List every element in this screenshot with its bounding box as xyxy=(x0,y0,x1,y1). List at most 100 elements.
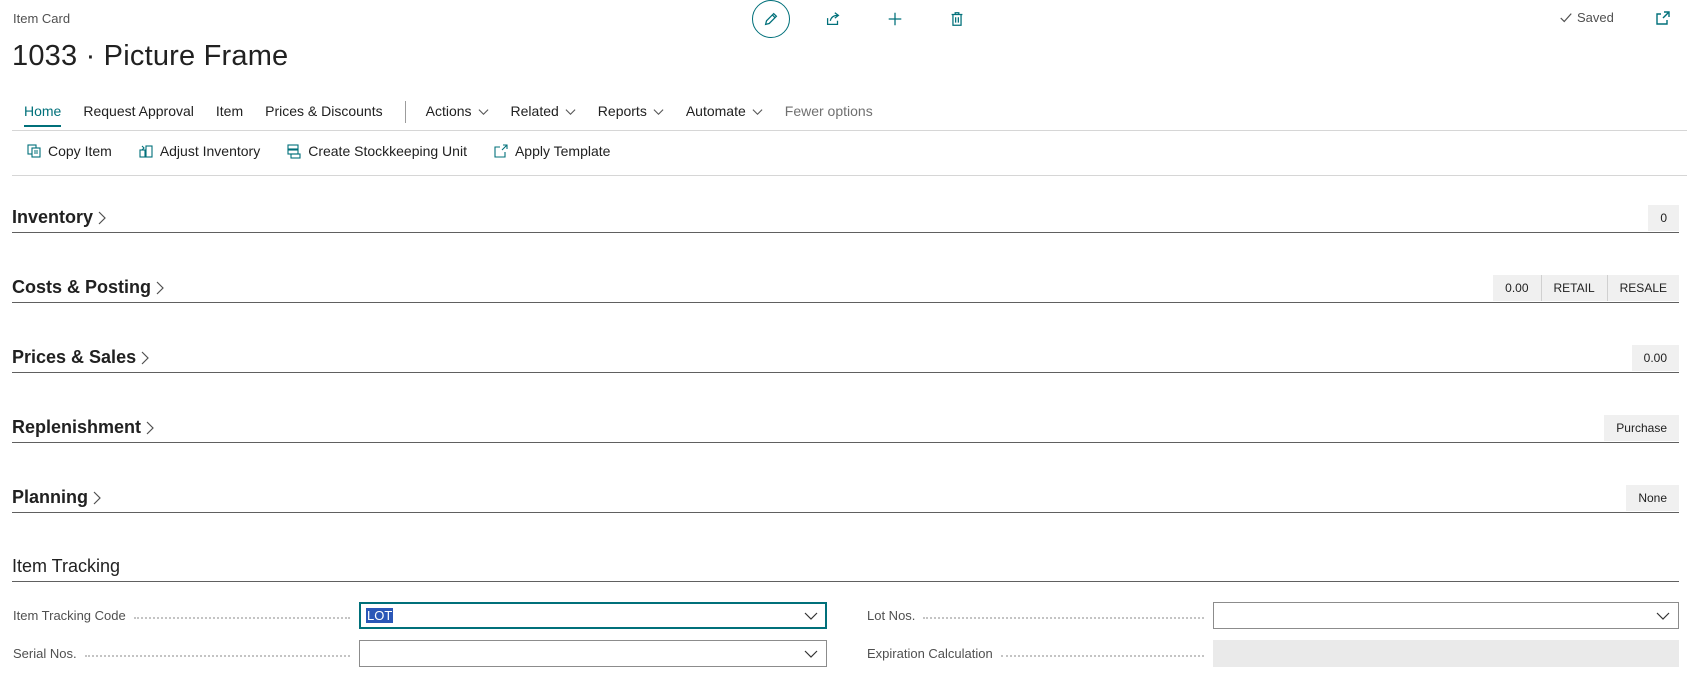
chevron-down-icon xyxy=(804,612,818,620)
copy-item-button[interactable]: Copy Item xyxy=(26,143,112,159)
tab-related[interactable]: Related xyxy=(511,103,576,127)
tab-reports[interactable]: Reports xyxy=(598,103,664,127)
page-actions xyxy=(752,0,976,38)
field-dots xyxy=(923,616,1204,619)
tab-prices-discounts[interactable]: Prices & Discounts xyxy=(265,103,382,127)
summary-badge: RESALE xyxy=(1606,275,1679,301)
summary-badge: 0 xyxy=(1648,205,1679,231)
chevron-down-icon xyxy=(752,108,763,115)
tab-label: Home xyxy=(24,103,62,119)
fasttab-title: Inventory xyxy=(12,207,94,227)
tab-label: Prices & Discounts xyxy=(265,103,383,119)
tab-label: Fewer options xyxy=(784,103,873,119)
fasttab-summary: 0.00 xyxy=(1631,345,1679,371)
delete-button[interactable] xyxy=(938,0,976,38)
item-tracking-divider xyxy=(12,581,1679,582)
tabs-divider xyxy=(12,130,1687,131)
adjust-icon xyxy=(139,145,153,158)
page-caption: Item Card xyxy=(13,11,71,26)
create-stockkeeping-unit-button[interactable]: Create Stockkeeping Unit xyxy=(286,143,467,159)
fasttab-inventory-header[interactable]: Inventory xyxy=(12,207,107,228)
tab-fewer-options[interactable]: Fewer options xyxy=(785,103,873,127)
fasttab-summary: None xyxy=(1626,485,1679,511)
tab-actions[interactable]: Actions xyxy=(426,103,489,127)
chevron-right-icon xyxy=(93,491,101,504)
edit-button[interactable] xyxy=(752,0,790,38)
edit-icon xyxy=(764,12,778,26)
fasttab-title: Replenishment xyxy=(12,417,142,437)
chevron-right-icon xyxy=(141,351,149,364)
page-title: 1033 · Picture Frame xyxy=(12,40,289,72)
tab-label: Automate xyxy=(685,103,746,119)
action-label: Copy Item xyxy=(48,143,112,159)
field-dots xyxy=(84,654,350,657)
action-label: Create Stockkeeping Unit xyxy=(308,143,467,159)
action-tabs: Home Request Approval Item Prices & Disc… xyxy=(24,101,895,129)
chevron-down-icon xyxy=(1656,612,1670,620)
fasttab-summary: 0.00 RETAIL RESALE xyxy=(1493,275,1679,301)
expiration-calculation-label: Expiration Calculation xyxy=(867,646,1212,661)
tab-label: Request Approval xyxy=(83,103,194,119)
summary-badge: 0.00 xyxy=(1631,345,1679,371)
fasttab-costs-posting: Costs & Posting 0.00 RETAIL RESALE xyxy=(12,273,1679,303)
fasttab-summary: Purchase xyxy=(1604,415,1679,441)
saved-label: Saved xyxy=(1577,10,1614,25)
fasttab-replenishment-header[interactable]: Replenishment xyxy=(12,417,155,438)
share-button[interactable] xyxy=(814,0,852,38)
delete-icon xyxy=(951,12,963,26)
adjust-inventory-button[interactable]: Adjust Inventory xyxy=(138,143,260,159)
new-button[interactable] xyxy=(876,0,914,38)
fasttab-summary: 0 xyxy=(1648,205,1679,231)
expiration-calculation-field[interactable] xyxy=(1213,640,1679,667)
tab-home[interactable]: Home xyxy=(24,103,62,127)
fasttab-prices-sales-header[interactable]: Prices & Sales xyxy=(12,347,150,368)
summary-badge: RETAIL xyxy=(1540,275,1607,301)
tab-automate[interactable]: Automate xyxy=(686,103,763,127)
fasttab-replenishment: Replenishment Purchase xyxy=(12,413,1679,443)
fasttab-planning-header[interactable]: Planning xyxy=(12,487,102,508)
copy-icon xyxy=(27,144,41,158)
field-label-text: Item Tracking Code xyxy=(13,608,126,623)
apply-template-button[interactable]: Apply Template xyxy=(493,143,610,159)
fasttab-prices-sales: Prices & Sales 0.00 xyxy=(12,343,1679,373)
field-label-text: Lot Nos. xyxy=(867,608,916,623)
item-tracking-code-label: Item Tracking Code xyxy=(13,608,358,623)
field-label-text: Expiration Calculation xyxy=(867,646,993,661)
action-label: Apply Template xyxy=(514,143,611,159)
fasttab-planning: Planning None xyxy=(12,483,1679,513)
action-bar: Copy Item Adjust Inventory Create Stockk… xyxy=(26,143,636,159)
item-tracking-code-field[interactable]: LOT xyxy=(359,602,827,629)
summary-badge: None xyxy=(1626,485,1679,511)
tab-label: Item xyxy=(215,103,244,119)
tab-divider xyxy=(404,101,406,123)
popout-icon xyxy=(1656,11,1670,25)
top-bar: Item Card Saved xyxy=(0,0,1687,40)
fasttab-costs-posting-header[interactable]: Costs & Posting xyxy=(12,277,165,298)
saved-status: Saved xyxy=(1559,10,1614,25)
tab-label: Reports xyxy=(597,103,647,119)
checkmark-icon xyxy=(1560,12,1572,22)
share-icon xyxy=(826,12,840,26)
chevron-right-icon xyxy=(146,421,154,434)
template-icon xyxy=(494,144,508,158)
tab-label: Related xyxy=(510,103,559,119)
chevron-down-icon xyxy=(478,108,489,115)
chevron-down-icon xyxy=(804,650,818,658)
field-dots xyxy=(133,616,350,619)
tab-request-approval[interactable]: Request Approval xyxy=(83,103,194,127)
stockkeeping-icon xyxy=(287,144,301,159)
fasttab-title: Costs & Posting xyxy=(12,277,152,297)
chevron-down-icon xyxy=(565,108,576,115)
summary-badge: 0.00 xyxy=(1493,275,1541,301)
lot-nos-field[interactable] xyxy=(1213,602,1679,629)
popout-button[interactable] xyxy=(1654,9,1672,27)
action-bar-divider xyxy=(12,175,1687,176)
serial-nos-field[interactable] xyxy=(359,640,827,667)
tab-item[interactable]: Item xyxy=(216,103,243,127)
lot-nos-label: Lot Nos. xyxy=(867,608,1212,623)
item-tracking-title[interactable]: Item Tracking xyxy=(12,556,120,577)
fasttab-title: Prices & Sales xyxy=(12,347,137,367)
fasttab-title: Planning xyxy=(12,487,88,507)
field-label-text: Serial Nos. xyxy=(13,646,77,661)
tab-label: Actions xyxy=(425,103,472,119)
